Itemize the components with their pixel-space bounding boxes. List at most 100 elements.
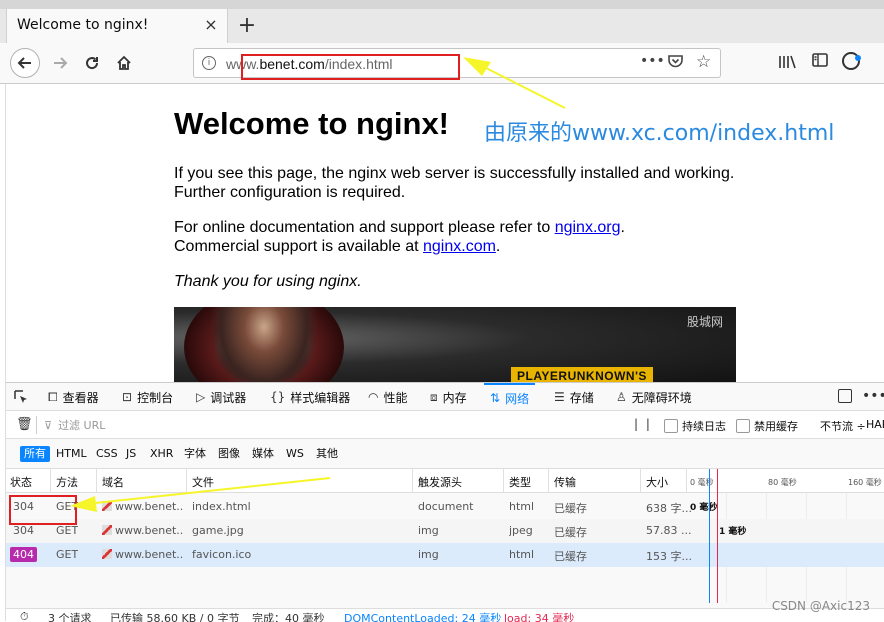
support-line-2: Commercial support is available at nginx… [174,237,625,256]
browser-tab[interactable]: Welcome to nginx! × [6,9,228,43]
request-type-filter: 所有 HTML CSS JS XHR 字体 图像 媒体 WS 其他 [6,439,884,469]
persist-logs-checkbox[interactable]: 持续日志 [664,418,726,434]
type-other[interactable]: 其他 [312,446,342,462]
col-size[interactable]: 大小 [646,474,668,490]
col-cause[interactable]: 触发源头 [418,474,462,490]
disable-cache-checkbox[interactable]: 禁用缓存 [736,418,798,434]
tab-label: 调试器 [210,390,247,405]
back-button[interactable] [10,48,40,78]
picker-icon [14,390,27,403]
type-images[interactable]: 图像 [214,446,244,462]
type-fonts[interactable]: 字体 [180,446,210,462]
col-method[interactable]: 方法 [56,474,78,490]
type-all[interactable]: 所有 [20,446,50,462]
load-time: load: 34 毫秒 [504,612,575,622]
file-cell: index.html [192,500,251,513]
request-count: 3 个请求 [48,612,92,622]
divider [412,469,413,493]
tab-label: 性能 [383,390,408,405]
domain-cell: www.benet.... [102,500,184,513]
insecure-icon [102,549,112,559]
tab-inspector[interactable]: ⧠ 查看器 [48,383,99,411]
sidebar-icon[interactable] [812,53,828,71]
cause-cell: img [418,548,439,561]
table-row[interactable]: 304 GET www.benet.... game.jpg img jpeg … [6,519,884,543]
banner-logo: PLAYERUNKNOWN'S [511,367,653,382]
transfer-cell: 已缓存 [554,526,587,539]
more-options-icon[interactable]: ••• [862,388,884,404]
type-ws[interactable]: WS [282,446,308,462]
period: . [495,238,501,255]
network-filter-bar: 🗑 ⊽ 过滤 URL | | 持续日志 禁用缓存 不节流 ÷ HAR [6,411,884,439]
table-row[interactable]: 304 GET www.benet.... index.html documen… [6,495,884,519]
tab-debugger[interactable]: ▷ 调试器 [196,383,246,411]
reload-icon [86,57,99,70]
insecure-icon [102,525,112,535]
network-status-bar: ⏱ 3 个请求 已传输 58.60 KB / 0 字节 完成：40 毫秒 DOM… [6,608,884,622]
performance-icon: ◠ [368,390,379,404]
tab-strip: Welcome to nginx! × + [0,0,884,43]
intro-paragraph: If you see this page, the nginx web serv… [174,164,734,202]
url-annotation-box [241,54,460,80]
col-domain[interactable]: 域名 [102,474,124,490]
tab-label: 控制台 [137,390,174,405]
performance-analysis-icon[interactable]: ⏱ [20,610,29,622]
library-icon[interactable] [778,55,796,73]
bookmark-star-icon[interactable]: ☆ [696,52,711,72]
tab-label: 查看器 [62,390,99,405]
pause-icon[interactable]: | | [634,417,652,431]
col-type[interactable]: 类型 [509,474,531,490]
size-cell: 153 字... [646,550,692,563]
throttle-select[interactable]: 不节流 ÷ [820,418,866,434]
type-xhr[interactable]: XHR [146,446,177,462]
new-tab-button[interactable]: + [234,13,260,39]
filter-url-input[interactable]: ⊽ 过滤 URL [44,414,624,436]
timing-label: 0 毫秒 [690,503,718,513]
table-row[interactable]: 404 GET www.benet.... favicon.ico img ht… [6,543,884,567]
banner-figure-shape [209,307,319,382]
forward-button[interactable] [46,49,74,77]
pocket-icon[interactable] [668,54,683,72]
tab-console[interactable]: ⊡ 控制台 [122,383,173,411]
col-file[interactable]: 文件 [192,474,214,490]
nginx-com-link[interactable]: nginx.com [423,238,496,255]
commercial-text: Commercial support is available at [174,238,423,255]
col-status[interactable]: 状态 [10,474,32,490]
col-transfer[interactable]: 传输 [554,474,576,490]
tab-network[interactable]: ⇅ 网络 [484,383,536,411]
type-html[interactable]: HTML [52,446,91,462]
type-media[interactable]: 媒体 [248,446,278,462]
annotation-text: 由原来的www.xc.com/index.html [484,121,835,146]
type-css[interactable]: CSS [92,446,122,462]
reload-button[interactable] [78,49,106,77]
checkbox-box[interactable] [736,419,750,433]
domain-cell: www.benet.... [102,548,184,561]
tab-label: 网络 [505,391,530,406]
tab-close-icon[interactable]: × [201,15,221,35]
tab-accessibility[interactable]: ♙ 无障碍环境 [616,383,692,411]
type-js[interactable]: JS [122,446,140,462]
site-info-icon[interactable]: i [202,56,216,70]
cause-cell: img [418,524,439,537]
checkbox-box[interactable] [664,419,678,433]
forward-arrow-icon [54,57,68,69]
page-heading: Welcome to nginx! [174,106,450,141]
tab-memory[interactable]: ⧈ 内存 [430,383,467,411]
har-menu[interactable]: HAR [866,418,884,431]
transfer-cell: 已缓存 [554,550,587,563]
file-cell: favicon.ico [192,548,252,561]
url-bar[interactable]: i www.benet.com/index.html ••• ☆ [193,48,721,80]
nginx-org-link[interactable]: nginx.org [555,219,621,236]
docs-text: For online documentation and support ple… [174,219,555,236]
tab-style-editor[interactable]: {} 样式编辑器 [270,383,350,411]
home-button[interactable] [110,49,138,77]
cause-cell: document [418,500,474,513]
tab-storage[interactable]: ☰ 存储 [554,383,594,411]
element-picker-button[interactable] [14,383,28,411]
tab-performance[interactable]: ◠ 性能 [368,383,408,411]
finish-time: 完成：40 毫秒 [252,612,325,622]
style-editor-icon: {} [270,390,286,404]
dock-side-icon[interactable] [838,389,852,403]
clear-trash-icon[interactable]: 🗑 [16,417,33,432]
page-actions-icon[interactable]: ••• [640,53,665,69]
